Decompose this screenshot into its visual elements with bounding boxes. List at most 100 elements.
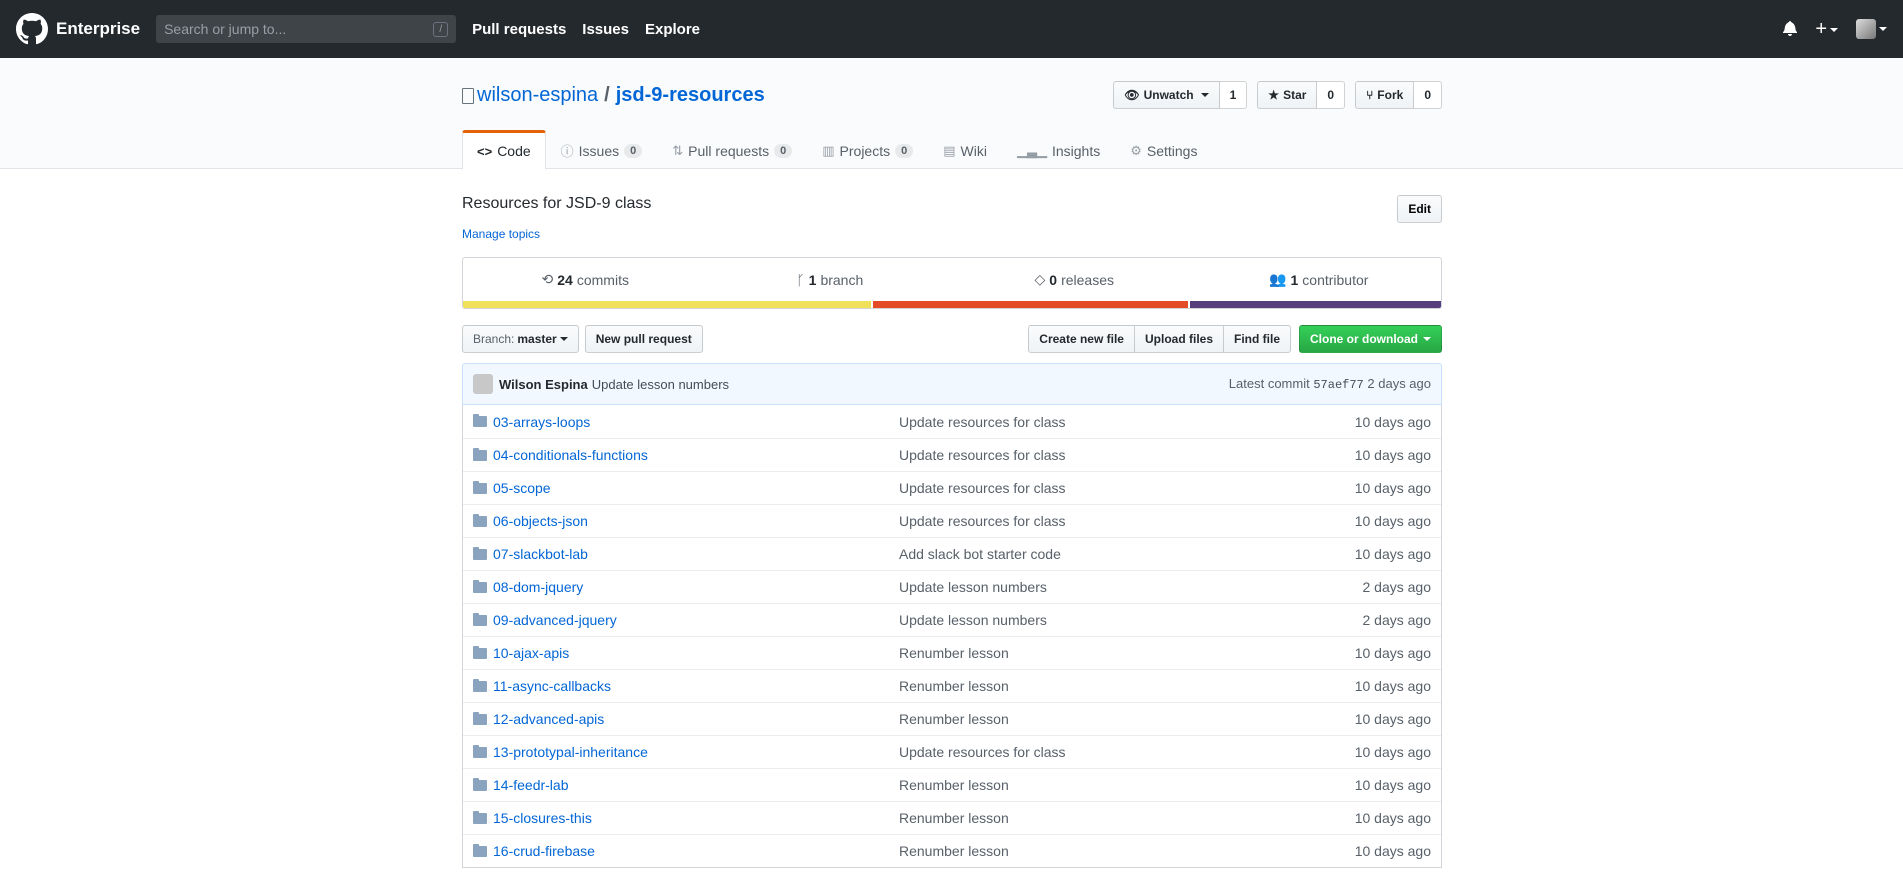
- eye-icon: 👁: [1124, 88, 1140, 102]
- file-name-link[interactable]: 07-slackbot-lab: [493, 546, 588, 562]
- file-commit-message[interactable]: Renumber lesson: [899, 810, 1009, 826]
- file-name-link[interactable]: 09-advanced-jquery: [493, 612, 617, 628]
- language-bar[interactable]: [463, 301, 1441, 308]
- upload-files-button[interactable]: Upload files: [1133, 325, 1224, 353]
- file-commit-message[interactable]: Add slack bot starter code: [899, 546, 1061, 562]
- commit-author[interactable]: Wilson Espina: [499, 377, 588, 392]
- fork-icon: ⑂: [1366, 88, 1374, 102]
- watch-group: 👁 Unwatch 1: [1113, 81, 1248, 109]
- unwatch-button[interactable]: 👁 Unwatch: [1113, 81, 1220, 109]
- issue-icon: ⓘ: [560, 144, 574, 159]
- file-age: 10 days ago: [1354, 413, 1431, 430]
- nav-explore[interactable]: Explore: [645, 21, 700, 38]
- language-segment[interactable]: [873, 301, 1188, 308]
- tab-settings[interactable]: ⚙ Settings: [1115, 130, 1212, 169]
- folder-icon: [473, 777, 487, 791]
- file-name-link[interactable]: 04-conditionals-functions: [493, 447, 648, 463]
- create-new-file-button[interactable]: Create new file: [1028, 325, 1135, 353]
- chevron-down-icon: [1879, 27, 1887, 31]
- repo-content: Resources for JSD-9 class Edit Manage to…: [462, 195, 1442, 868]
- file-name-link[interactable]: 05-scope: [493, 480, 551, 496]
- file-row: 13-prototypal-inheritance Update resource…: [463, 735, 1441, 768]
- file-commit-message[interactable]: Renumber lesson: [899, 678, 1009, 694]
- new-pull-request-button[interactable]: New pull request: [584, 325, 703, 353]
- latest-commit-label: Latest commit: [1228, 376, 1310, 391]
- repo-name-link[interactable]: jsd-9-resources: [616, 84, 765, 107]
- language-segment[interactable]: [1189, 301, 1441, 308]
- tab-counter: 0: [774, 143, 793, 158]
- search-box[interactable]: /: [156, 15, 457, 43]
- edit-description-button[interactable]: Edit: [1397, 195, 1442, 223]
- description-text: Resources for JSD-9 class: [462, 195, 652, 212]
- branch-select-button[interactable]: Branch: master: [462, 325, 579, 353]
- fork-group: ⑂ Fork 0: [1355, 81, 1442, 109]
- create-new-menu[interactable]: +: [1815, 19, 1838, 39]
- file-commit-message[interactable]: Update lesson numbers: [899, 579, 1047, 595]
- author-avatar[interactable]: [473, 374, 493, 394]
- file-name-link[interactable]: 13-prototypal-inheritance: [493, 744, 648, 760]
- file-name-link[interactable]: 11-async-callbacks: [493, 678, 611, 694]
- pull-request-icon: ⇅: [672, 142, 684, 158]
- folder-icon: [473, 414, 487, 427]
- tab-issues[interactable]: ⓘ Issues 0: [546, 130, 658, 169]
- file-name-link[interactable]: 16-crud-firebase: [493, 843, 595, 859]
- commits-link[interactable]: ⟲ 24 commits: [463, 258, 708, 301]
- tab-wiki[interactable]: ▤ Wiki: [928, 130, 1002, 169]
- find-file-button[interactable]: Find file: [1223, 325, 1291, 353]
- file-name-link[interactable]: 14-feedr-lab: [493, 777, 569, 793]
- branch-count: 1: [808, 271, 817, 288]
- file-commit-message[interactable]: Renumber lesson: [899, 777, 1009, 793]
- file-commit-message[interactable]: Update resources for class: [899, 480, 1066, 496]
- file-commit-message[interactable]: Renumber lesson: [899, 843, 1009, 859]
- file-name-link[interactable]: 15-closures-this: [493, 810, 592, 826]
- file-commit-message[interactable]: Renumber lesson: [899, 711, 1009, 727]
- tab-label: Wiki: [960, 142, 987, 159]
- file-commit-message[interactable]: Update resources for class: [899, 744, 1066, 760]
- manage-topics-link[interactable]: Manage topics: [462, 227, 1442, 241]
- brand-name[interactable]: Enterprise: [56, 19, 140, 39]
- file-name-link[interactable]: 06-objects-json: [493, 513, 588, 529]
- notifications-bell-icon[interactable]: [1783, 20, 1798, 39]
- tag-icon: ◇: [1034, 271, 1046, 287]
- branch-select-label: Branch:: [473, 332, 515, 346]
- star-count[interactable]: 0: [1317, 81, 1346, 109]
- file-commit-message[interactable]: Update resources for class: [899, 513, 1066, 529]
- branches-link[interactable]: ᚴ 1 branch: [708, 258, 953, 301]
- tab-projects[interactable]: ▥ Projects 0: [807, 130, 928, 169]
- contributors-link[interactable]: 👥 1 contributor: [1197, 258, 1442, 301]
- nav-issues[interactable]: Issues: [582, 21, 629, 38]
- file-commit-message[interactable]: Update resources for class: [899, 447, 1066, 463]
- commit-sha[interactable]: 57aef77: [1313, 378, 1363, 392]
- file-name-link[interactable]: 08-dom-jquery: [493, 579, 583, 595]
- clone-or-download-button[interactable]: Clone or download: [1299, 325, 1442, 353]
- file-name-link[interactable]: 12-advanced-apis: [493, 711, 604, 727]
- language-segment[interactable]: [463, 301, 872, 308]
- history-icon: ⟲: [541, 271, 554, 287]
- tab-pull-requests[interactable]: ⇅ Pull requests 0: [657, 130, 807, 169]
- fork-button[interactable]: ⑂ Fork: [1355, 81, 1415, 109]
- star-label: Star: [1283, 88, 1307, 102]
- commits-count: 24: [557, 271, 573, 288]
- chevron-down-icon: [1200, 93, 1209, 97]
- file-name-link[interactable]: 10-ajax-apis: [493, 645, 569, 661]
- watch-count[interactable]: 1: [1219, 81, 1248, 109]
- tab-insights[interactable]: ▁▃▁ Insights: [1002, 130, 1115, 169]
- file-commit-message[interactable]: Renumber lesson: [899, 645, 1009, 661]
- nav-pull-requests[interactable]: Pull requests: [472, 21, 566, 38]
- repo-owner-link[interactable]: wilson-espina: [477, 84, 598, 107]
- file-commit-message[interactable]: Update resources for class: [899, 414, 1066, 430]
- commit-message[interactable]: Update lesson numbers: [592, 377, 729, 392]
- file-commit-message[interactable]: Update lesson numbers: [899, 612, 1047, 628]
- tab-label: Settings: [1146, 142, 1198, 159]
- search-input[interactable]: [164, 21, 415, 37]
- file-name-link[interactable]: 03-arrays-loops: [493, 414, 590, 430]
- tab-code[interactable]: <> Code: [462, 130, 546, 170]
- repo-title: wilson-espina / jsd-9-resources: [462, 84, 765, 107]
- user-menu[interactable]: [1856, 19, 1887, 39]
- releases-link[interactable]: ◇ 0 releases: [952, 258, 1197, 301]
- github-logo-icon[interactable]: [16, 13, 48, 45]
- header-actions: +: [1783, 19, 1887, 39]
- file-age: 10 days ago: [1354, 810, 1431, 826]
- fork-count[interactable]: 0: [1414, 81, 1442, 109]
- star-button[interactable]: ★ Star: [1257, 81, 1318, 109]
